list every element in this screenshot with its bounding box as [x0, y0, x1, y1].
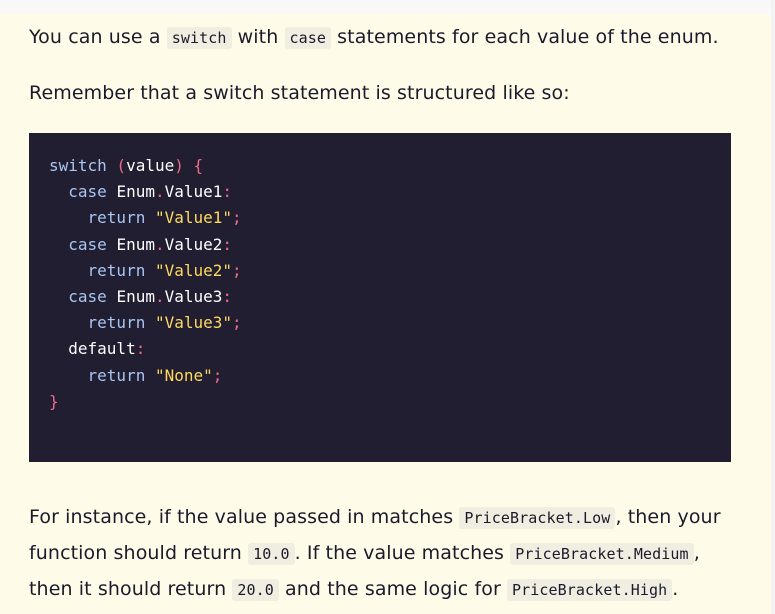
code-token: case [68, 182, 107, 202]
code-token: return [87, 313, 146, 333]
code-token: return [87, 260, 146, 280]
code-token: : [222, 182, 233, 202]
instance-text: For instance, if the value passed in mat… [29, 506, 460, 528]
intro-text: with [231, 26, 285, 48]
code-token: Enum [116, 234, 155, 254]
code-token: Value3 [164, 287, 223, 307]
code-token: "Value1" [154, 208, 233, 228]
instance-text: and the same logic for [278, 578, 508, 600]
inline-code-10: 10.0 [248, 543, 295, 565]
code-token: switch [49, 156, 107, 175]
code-token: . [154, 182, 165, 202]
code-token: Value1 [164, 182, 223, 202]
code-token: case [68, 234, 107, 254]
code-token: ( [106, 156, 127, 175]
code-token: return [87, 365, 146, 385]
intro-paragraph: You can use a switch with case statement… [29, 20, 719, 56]
top-bar [0, 0, 775, 14]
inline-code-switch: switch [166, 27, 232, 49]
code-token: ; [232, 260, 242, 280]
scrollbar-track[interactable] [771, 0, 775, 614]
code-token: Value2 [164, 234, 223, 254]
intro-text: statements for each value of the enum. [331, 26, 719, 48]
inline-code-price-low: PriceBracket.Low [459, 507, 616, 529]
code-token: ; [232, 208, 242, 228]
code-token: Enum [116, 182, 155, 202]
code-token: ; [212, 365, 223, 385]
instance-text: . If the value matches [294, 542, 511, 564]
code-token: } [49, 391, 59, 411]
remember-paragraph: Remember that a switch statement is stru… [29, 82, 570, 104]
code-token: "None" [154, 365, 213, 385]
code-token: value [126, 156, 175, 175]
code-token: . [154, 287, 165, 307]
code-token: default [68, 339, 136, 359]
code-token: : [222, 287, 233, 307]
intro-text: You can use a [29, 26, 167, 48]
inline-code-price-medium: PriceBracket.Medium [510, 543, 694, 565]
code-token: "Value3" [154, 313, 233, 333]
inline-code-price-high: PriceBracket.High [507, 579, 673, 601]
code-token: ) { [174, 156, 204, 175]
code-block: switch (value) { case Enum.Value1: retur… [29, 133, 731, 462]
code-token: Enum [116, 287, 155, 307]
code-token: . [154, 234, 165, 254]
code-token: "Value2" [154, 260, 233, 280]
instance-text: . [672, 578, 679, 600]
code-content: switch (value) { case Enum.Value1: retur… [29, 133, 731, 415]
code-token: : [222, 234, 233, 254]
code-token: case [68, 287, 107, 307]
inline-code-case: case [284, 27, 332, 49]
code-token: : [135, 339, 146, 359]
instance-paragraph: For instance, if the value passed in mat… [29, 500, 731, 608]
inline-code-20: 20.0 [232, 579, 279, 601]
code-token: ; [232, 313, 242, 333]
code-token: return [87, 208, 146, 228]
